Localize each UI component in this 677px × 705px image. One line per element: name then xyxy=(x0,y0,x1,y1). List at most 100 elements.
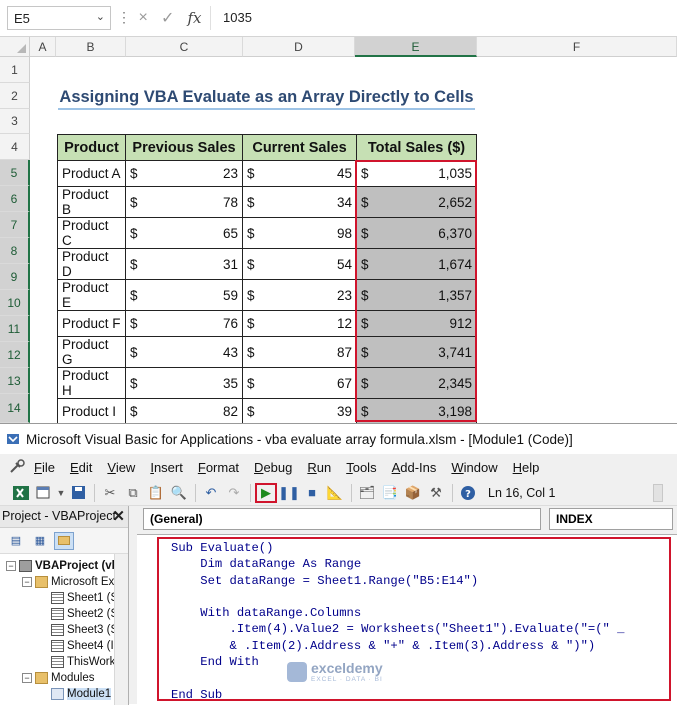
toolbar-options-button[interactable] xyxy=(653,484,663,502)
row-header-10[interactable]: 10 xyxy=(0,290,30,316)
cell-product[interactable]: Product E xyxy=(57,279,126,311)
menu-format[interactable]: Format xyxy=(198,460,239,475)
tree-item[interactable]: Sheet1 (S xyxy=(0,590,128,606)
row-header-1[interactable]: 1 xyxy=(0,57,30,83)
project-explorer-icon[interactable]: 🗂 xyxy=(356,483,378,503)
menu-run[interactable]: Run xyxy=(307,460,331,475)
cell-product[interactable]: Product B xyxy=(57,186,126,218)
column-header-d[interactable]: D xyxy=(243,37,355,57)
collapse-icon[interactable]: − xyxy=(22,577,32,587)
row-header-9[interactable]: 9 xyxy=(0,264,30,290)
tree-item[interactable]: Sheet3 (S xyxy=(0,622,128,638)
cell-product[interactable]: Product I xyxy=(57,398,126,423)
view-code-icon[interactable]: ▤ xyxy=(6,532,26,550)
formula-input[interactable]: 1035 xyxy=(210,6,677,30)
cell-previous-sales[interactable]: $35 xyxy=(125,367,243,399)
row-header-7[interactable]: 7 xyxy=(0,212,30,238)
cell-previous-sales[interactable]: $59 xyxy=(125,279,243,311)
cell-total-sales[interactable]: $912 xyxy=(356,310,477,337)
header-current-sales[interactable]: Current Sales xyxy=(242,134,357,161)
tree-item[interactable]: ThisWork xyxy=(0,654,128,670)
row-header-2[interactable]: 2 xyxy=(0,83,30,109)
menu-file[interactable]: File xyxy=(34,460,55,475)
cell-product[interactable]: Product H xyxy=(57,367,126,399)
select-all-button[interactable] xyxy=(0,37,30,57)
menu-view[interactable]: View xyxy=(107,460,135,475)
design-mode-icon[interactable]: 📐 xyxy=(324,483,346,503)
cell-current-sales[interactable]: $54 xyxy=(242,248,357,280)
menu-help[interactable]: Help xyxy=(513,460,540,475)
help-icon[interactable]: ? xyxy=(457,483,479,503)
cell-previous-sales[interactable]: $43 xyxy=(125,336,243,368)
undo-icon[interactable]: ↶ xyxy=(200,483,222,503)
cell-total-sales[interactable]: $2,652 xyxy=(356,186,477,218)
run-sub-icon[interactable]: ▶ xyxy=(255,482,277,503)
cell-current-sales[interactable]: $34 xyxy=(242,186,357,218)
row-header-4[interactable]: 4 xyxy=(0,134,30,160)
enter-icon[interactable]: ✓ xyxy=(161,8,174,28)
cell-product[interactable]: Product F xyxy=(57,310,126,337)
collapse-icon[interactable]: − xyxy=(22,673,32,683)
row-header-6[interactable]: 6 xyxy=(0,186,30,212)
row-header-11[interactable]: 11 xyxy=(0,316,30,342)
cell-current-sales[interactable]: $23 xyxy=(242,279,357,311)
cut-icon[interactable]: ✂ xyxy=(99,483,121,503)
cell-product[interactable]: Product G xyxy=(57,336,126,368)
menu-edit[interactable]: Edit xyxy=(70,460,92,475)
column-header-c[interactable]: C xyxy=(126,37,243,57)
cell-current-sales[interactable]: $67 xyxy=(242,367,357,399)
row-header-13[interactable]: 13 xyxy=(0,368,30,394)
cell-total-sales[interactable]: $1,674 xyxy=(356,248,477,280)
menu-insert[interactable]: Insert xyxy=(150,460,183,475)
break-icon[interactable]: ❚❚ xyxy=(278,483,300,503)
find-icon[interactable]: 🔍 xyxy=(168,483,190,503)
column-header-a[interactable]: A xyxy=(30,37,56,57)
cell-previous-sales[interactable]: $31 xyxy=(125,248,243,280)
column-header-e[interactable]: E xyxy=(355,37,477,57)
chevron-down-icon[interactable]: ⌄ xyxy=(96,10,105,23)
code-editor[interactable]: Sub Evaluate() Dim dataRange As Range Se… xyxy=(137,534,677,705)
tree-item[interactable]: − VBAProject (vb xyxy=(0,558,128,574)
object-dropdown[interactable]: (General) xyxy=(143,508,541,530)
menu-debug[interactable]: Debug xyxy=(254,460,292,475)
view-excel-icon[interactable] xyxy=(10,483,32,503)
copy-icon[interactable]: ⧉ xyxy=(122,483,144,503)
row-header-5[interactable]: 5 xyxy=(0,160,30,186)
row-header-12[interactable]: 12 xyxy=(0,342,30,368)
cell-current-sales[interactable]: $87 xyxy=(242,336,357,368)
cell-previous-sales[interactable]: $23 xyxy=(125,160,243,187)
cell-current-sales[interactable]: $12 xyxy=(242,310,357,337)
tools-icon[interactable] xyxy=(8,459,26,475)
cell-product[interactable]: Product A xyxy=(57,160,126,187)
paste-icon[interactable]: 📋 xyxy=(145,483,167,503)
reset-icon[interactable]: ■ xyxy=(301,483,323,503)
cell-previous-sales[interactable]: $78 xyxy=(125,186,243,218)
cell-previous-sales[interactable]: $82 xyxy=(125,398,243,423)
tree-item[interactable]: Module1 xyxy=(0,686,128,702)
row-header-14[interactable]: 14 xyxy=(0,394,30,423)
close-icon[interactable]: ✕ xyxy=(112,507,125,525)
toolbox-icon[interactable]: ⚒ xyxy=(425,483,447,503)
redo-icon[interactable]: ↷ xyxy=(223,483,245,503)
view-object-icon[interactable]: ▦ xyxy=(30,532,50,550)
collapse-icon[interactable]: − xyxy=(6,561,16,571)
cell-product[interactable]: Product C xyxy=(57,217,126,249)
name-box[interactable]: E5 ⌄ xyxy=(7,6,111,30)
cell-total-sales[interactable]: $2,345 xyxy=(356,367,477,399)
menu-add-ins[interactable]: Add-Ins xyxy=(392,460,437,475)
insert-module-icon[interactable] xyxy=(33,483,55,503)
toggle-folders-icon[interactable] xyxy=(54,531,74,550)
row-header-8[interactable]: 8 xyxy=(0,238,30,264)
menu-tools[interactable]: Tools xyxy=(346,460,376,475)
cell-current-sales[interactable]: $98 xyxy=(242,217,357,249)
cell-total-sales[interactable]: $3,198 xyxy=(356,398,477,423)
code-text[interactable]: Sub Evaluate() Dim dataRange As Range Se… xyxy=(171,540,624,703)
cell-total-sales[interactable]: $1,035 xyxy=(356,160,477,187)
project-scrollbar[interactable] xyxy=(114,554,128,705)
header-product[interactable]: Product xyxy=(57,134,126,161)
dropdown-arrow-icon[interactable]: ▼ xyxy=(56,483,66,503)
cell-total-sales[interactable]: $3,741 xyxy=(356,336,477,368)
procedure-dropdown[interactable]: INDEX xyxy=(549,508,673,530)
more-options-icon[interactable]: ⋮ xyxy=(117,9,131,26)
row-header-3[interactable]: 3 xyxy=(0,109,30,134)
